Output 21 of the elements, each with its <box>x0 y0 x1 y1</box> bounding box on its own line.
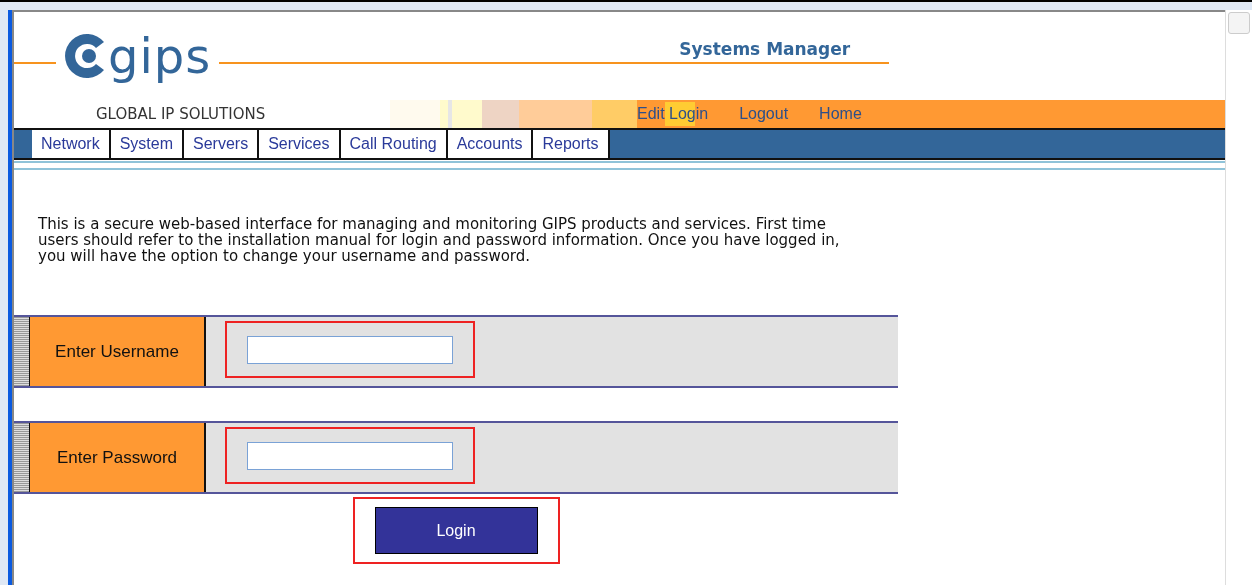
input-field[interactable] <box>247 336 453 364</box>
nav-tab[interactable]: Accounts <box>447 130 534 158</box>
login-button[interactable]: Login <box>374 507 538 554</box>
nav-tab[interactable]: Services <box>259 130 341 158</box>
tagline: GLOBAL IP SOLUTIONS <box>95 103 267 125</box>
intro-paragraph: This is a secure web-based interface for managing and monitoring GIPS products and services. First time users should refer to the installation manual for login and password information. Once you have logged in, you will have the option to change your username and password. <box>38 216 841 264</box>
top-link[interactable]: Home <box>817 102 864 126</box>
nav-tab[interactable]: System <box>110 130 185 158</box>
field-label: Enter Password <box>30 423 206 492</box>
nav-tab[interactable]: Network <box>32 130 111 158</box>
hatch-strip <box>14 423 30 492</box>
field-label: Enter Username <box>30 317 206 386</box>
page-title: Systems Manager <box>679 38 851 59</box>
nav-tab[interactable]: Servers <box>184 130 260 158</box>
input-field[interactable] <box>247 442 453 470</box>
nav-tab[interactable]: Reports <box>533 130 610 158</box>
scroll-up-button[interactable] <box>1228 12 1250 34</box>
nav-tab[interactable]: Call Routing <box>340 130 448 158</box>
top-link[interactable]: Edit Login <box>635 102 711 126</box>
hatch-strip <box>14 317 30 386</box>
top-link[interactable]: Logout <box>737 102 791 126</box>
